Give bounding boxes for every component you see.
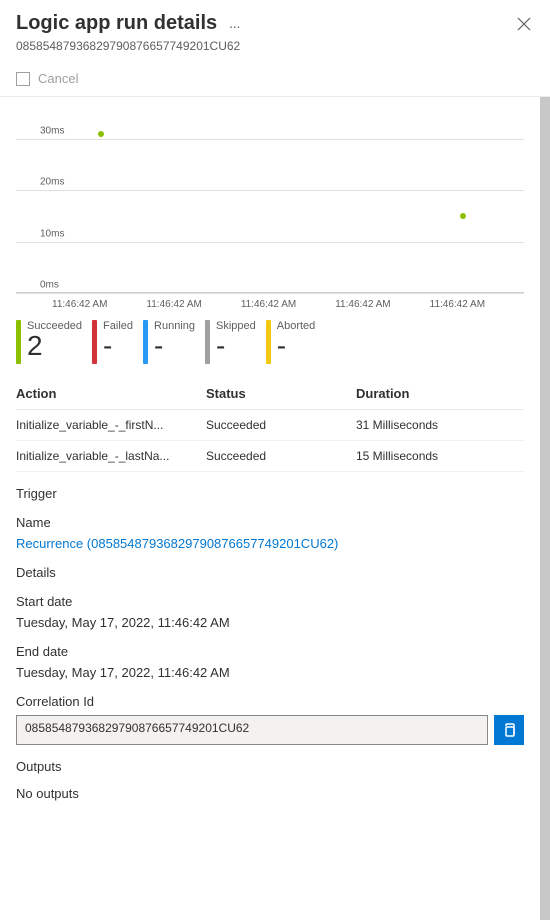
run-details-panel: Logic app run details ··· 08585487936829… <box>0 0 550 920</box>
chart-gridline <box>16 139 524 140</box>
status-color-bar <box>266 320 271 364</box>
status-item: Running- <box>143 320 195 364</box>
cell-status: Succeeded <box>206 418 356 432</box>
cell-status: Succeeded <box>206 449 356 463</box>
duration-chart: 0ms10ms20ms30ms 11:46:42 AM11:46:42 AM11… <box>0 97 540 310</box>
chart-gridline <box>16 293 524 294</box>
trigger-name-label: Name <box>16 515 524 530</box>
chart-ytick: 0ms <box>40 280 59 291</box>
details-heading: Details <box>16 565 524 580</box>
chart-xtick: 11:46:42 AM <box>430 299 524 310</box>
cell-action: Initialize_variable_-_lastNa... <box>16 449 206 463</box>
col-action-header: Action <box>16 386 206 401</box>
corr-id-value[interactable]: 08585487936829790876657749201CU62 <box>16 715 488 745</box>
cancel-icon <box>16 72 30 86</box>
more-icon[interactable]: ··· <box>229 18 240 34</box>
corr-id-label: Correlation Id <box>16 694 524 709</box>
chart-xtick: 11:46:42 AM <box>146 299 240 310</box>
copy-icon <box>501 722 517 738</box>
status-color-bar <box>143 320 148 364</box>
toolbar: Cancel <box>0 61 550 96</box>
trigger-heading: Trigger <box>16 486 524 501</box>
close-icon <box>517 17 531 31</box>
trigger-name-link[interactable]: Recurrence (0858548793682979087665774920… <box>16 536 524 551</box>
cell-duration: 15 Milliseconds <box>356 449 524 463</box>
cancel-label: Cancel <box>38 71 78 86</box>
cell-action: Initialize_variable_-_firstN... <box>16 418 206 432</box>
status-count: - <box>154 332 195 360</box>
chart-gridline <box>16 242 524 243</box>
outputs-heading: Outputs <box>16 759 524 774</box>
status-count: - <box>277 332 316 360</box>
panel-header: Logic app run details ··· 08585487936829… <box>0 0 550 61</box>
status-color-bar <box>205 320 210 364</box>
run-id-text: 08585487936829790876657749201CU62 <box>16 39 534 53</box>
chart-xtick: 11:46:42 AM <box>52 299 146 310</box>
end-date-label: End date <box>16 644 524 659</box>
panel-title: Logic app run details <box>16 12 217 35</box>
end-date-value: Tuesday, May 17, 2022, 11:46:42 AM <box>16 665 524 680</box>
chart-xtick: 11:46:42 AM <box>241 299 335 310</box>
table-row[interactable]: Initialize_variable_-_firstN...Succeeded… <box>16 410 524 441</box>
status-count: 2 <box>27 332 82 360</box>
close-button[interactable] <box>514 14 534 34</box>
table-header: Action Status Duration <box>16 378 524 410</box>
status-item: Aborted- <box>266 320 316 364</box>
start-date-label: Start date <box>16 594 524 609</box>
col-duration-header: Duration <box>356 386 524 401</box>
copy-button[interactable] <box>494 715 524 745</box>
status-count: - <box>103 332 133 360</box>
status-summary: Succeeded2Failed-Running-Skipped-Aborted… <box>0 310 540 368</box>
status-color-bar <box>16 320 21 364</box>
chart-point <box>460 213 466 219</box>
chart-xtick: 11:46:42 AM <box>335 299 429 310</box>
cell-duration: 31 Milliseconds <box>356 418 524 432</box>
trigger-section: Trigger Name Recurrence (085854879368297… <box>0 472 540 551</box>
status-item: Failed- <box>92 320 133 364</box>
start-date-value: Tuesday, May 17, 2022, 11:46:42 AM <box>16 615 524 630</box>
outputs-value: No outputs <box>16 786 524 801</box>
scroll-area[interactable]: 0ms10ms20ms30ms 11:46:42 AM11:46:42 AM11… <box>0 97 550 920</box>
status-color-bar <box>92 320 97 364</box>
status-count: - <box>216 332 256 360</box>
actions-table: Action Status Duration Initialize_variab… <box>0 368 540 472</box>
details-section: Details Start date Tuesday, May 17, 2022… <box>0 551 540 745</box>
outputs-section: Outputs No outputs <box>0 745 540 821</box>
chart-ytick: 30ms <box>40 125 64 136</box>
cancel-button[interactable]: Cancel <box>16 71 78 86</box>
status-item: Skipped- <box>205 320 256 364</box>
chart-ytick: 20ms <box>40 177 64 188</box>
table-row[interactable]: Initialize_variable_-_lastNa...Succeeded… <box>16 441 524 472</box>
col-status-header: Status <box>206 386 356 401</box>
chart-ytick: 10ms <box>40 228 64 239</box>
chart-point <box>98 131 104 137</box>
chart-gridline <box>16 190 524 191</box>
status-item: Succeeded2 <box>16 320 82 364</box>
